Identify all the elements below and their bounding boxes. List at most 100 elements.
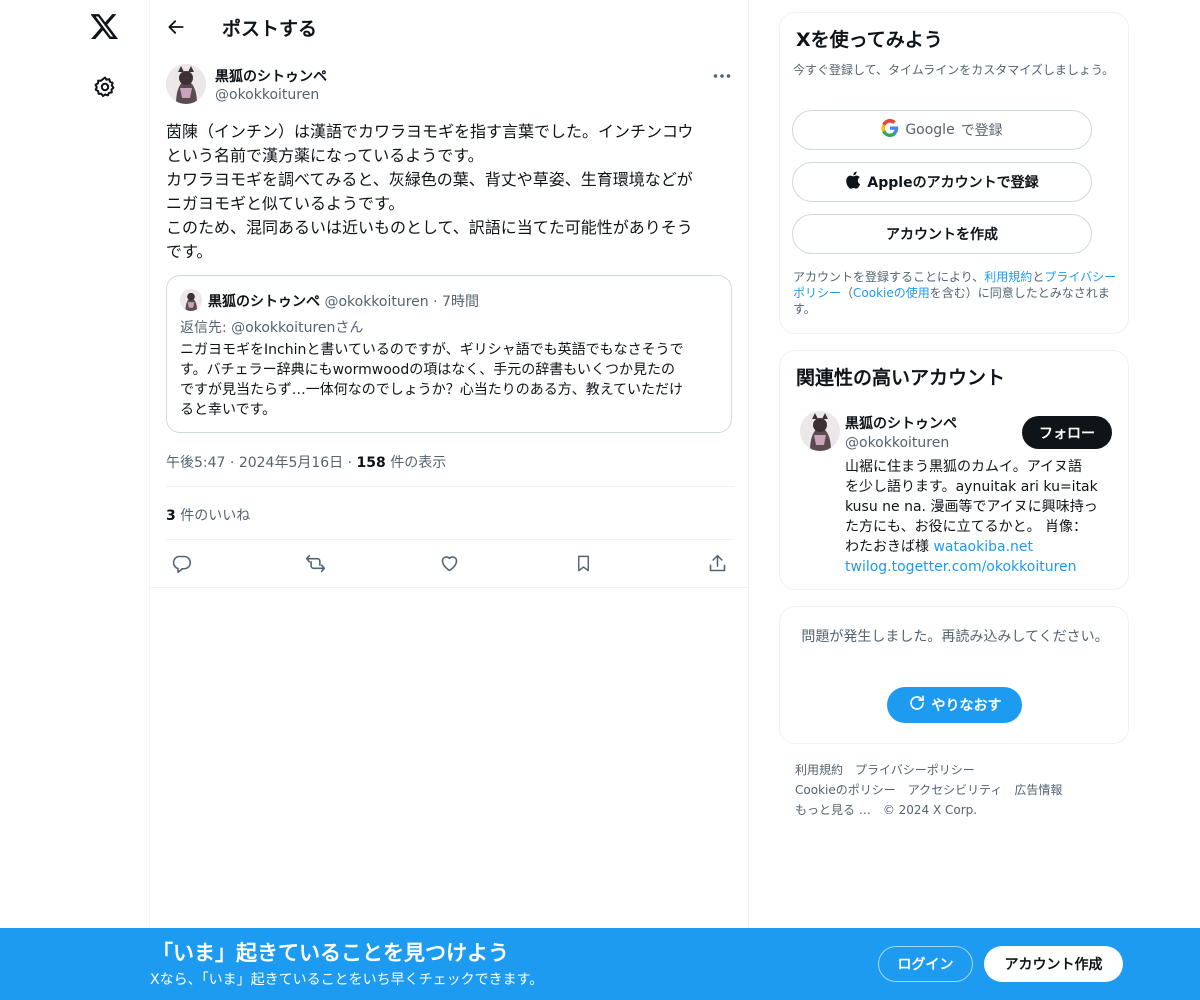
quote-text: ニガヨモギをInchinと書いているのですが、ギリシャ語でも英語でもなさそうで … [180, 340, 725, 420]
retry-button[interactable]: やりなおす [887, 687, 1022, 723]
page-header: ポストする [150, 0, 749, 54]
signup-banner: 「いま」起きていることを見つけよう Xなら、「いま」起きていることをいち早くチェ… [0, 928, 1200, 1000]
apple-signup-label: Appleのアカウントで登録 [867, 175, 1039, 191]
heart-icon[interactable] [435, 551, 463, 575]
apple-signup-button[interactable]: Appleのアカウントで登録 [792, 162, 1092, 202]
related-name[interactable]: 黒狐のシトゥンペ [845, 413, 957, 433]
x-logo-icon[interactable] [90, 12, 120, 42]
bookmark-icon[interactable] [569, 551, 597, 575]
error-card: 問題が発生しました。再読み込みしてください。 やりなおす [779, 606, 1129, 744]
bio-line: わたおきば様 wataokiba.net [845, 537, 1115, 557]
bio-link[interactable]: wataokiba.net [933, 539, 1033, 555]
post-text-line: このため、混同あるいは近いものとして、訳語に当てた可能性がありそう [166, 218, 693, 237]
share-icon[interactable] [703, 551, 731, 575]
quote-time: 7時間 [442, 294, 479, 310]
quote-avatar [180, 289, 202, 311]
quote-author-handle: @okokkoituren [324, 294, 429, 310]
follow-button[interactable]: フォロー [1022, 416, 1112, 449]
gear-icon[interactable] [90, 72, 120, 102]
related-bio: 山裾に住まう黒狐のカムイ。アイヌ語 を少し語ります。aynuitak ari k… [845, 457, 1115, 577]
related-avatar[interactable] [800, 411, 840, 451]
cookie-link[interactable]: Cookieの使用 [853, 286, 930, 300]
likes-label: 件のいいね [175, 508, 251, 524]
google-signup-button[interactable]: Google で登録 [792, 110, 1092, 150]
footer-link[interactable]: プライバシーポリシー [855, 763, 975, 777]
divider [150, 587, 749, 588]
terms-link[interactable]: 利用規約 [984, 270, 1032, 284]
quote-text-line: す。バチェラー辞典にもwormwoodの項はなく、手元の辞書もいくつか見たの [180, 362, 675, 378]
left-rail [0, 0, 150, 1000]
bio-line: 山裾に住まう黒狐のカムイ。アイヌ語 [845, 459, 1083, 475]
terms-and: と [1032, 270, 1045, 284]
signup-title: Xを使ってみよう [796, 29, 943, 51]
post-text-line: カワラヨモギを調べてみると、灰緑色の葉、背丈や草姿、生育環境などが [166, 170, 693, 189]
views-count: 158 [356, 455, 386, 471]
signup-subtitle: 今すぐ登録して、タイムラインをカスタマイズしましょう。 [793, 63, 1115, 77]
related-accounts-card: 関連性の高いアカウント 黒狐のシトゥンペ @okokkoituren フォロー … [779, 350, 1129, 590]
post-text-line: という名前で漢方薬になっているようです。 [166, 146, 484, 165]
author-avatar[interactable] [166, 64, 206, 104]
likes-count: 3 [166, 508, 176, 524]
banner-subtitle: Xなら、「いま」起きていることをいち早くチェックできます。 [150, 972, 544, 988]
signup-button[interactable]: アカウント作成 [984, 946, 1123, 982]
create-account-button[interactable]: アカウントを作成 [792, 214, 1092, 254]
post-time[interactable]: 午後5:47 [166, 455, 225, 471]
separator-dot: · [433, 294, 443, 310]
more-horizontal-icon[interactable] [710, 66, 734, 86]
footer-link[interactable]: Cookieのポリシー [795, 783, 896, 797]
author-name[interactable]: 黒狐のシトゥンペ [215, 66, 327, 86]
bio-text: わたおきば様 [845, 539, 934, 555]
post-date[interactable]: 2024年5月16日 [239, 455, 343, 471]
quote-text-line: ニガヨモギをInchinと書いているのですが、ギリシャ語でも英語でもなさそうで [180, 342, 684, 358]
related-handle[interactable]: @okokkoituren [845, 435, 949, 451]
post-text-line: 茵陳（インチン）は漢語でカワラヨモギを指す言葉でした。インチンコウ [166, 122, 694, 141]
repost-icon[interactable] [301, 551, 329, 575]
page-title: ポストする [222, 18, 318, 40]
google-signup-label: で登録 [960, 123, 1003, 139]
divider [166, 486, 734, 487]
banner-title: 「いま」起きていることを見つけよう [152, 941, 509, 965]
separator-dot: · [229, 455, 239, 471]
quote-header: 黒狐のシトゥンペ @okokkoituren · 7時間 [208, 291, 479, 311]
quote-text-line: ると幸いです。 [180, 402, 277, 418]
divider [166, 539, 734, 540]
post-text-line: ニガヨモギと似ているようです。 [166, 194, 405, 213]
author-handle[interactable]: @okokkoituren [215, 87, 319, 103]
google-icon [881, 119, 899, 141]
post-text-line: です。 [166, 242, 213, 261]
footer-link-more[interactable]: もっと見る … [795, 803, 871, 817]
action-bar [166, 551, 734, 575]
error-message: 問題が発生しました。再読み込みしてください。 [801, 629, 1109, 645]
signup-card: Xを使ってみよう 今すぐ登録して、タイムラインをカスタマイズしましょう。 Goo… [779, 12, 1129, 334]
main-column: ポストする 黒狐のシトゥンペ @okokkoituren 茵陳（インチン）は漢語… [150, 0, 749, 1000]
bio-line: twilog.togetter.com/okokkoituren [845, 557, 1115, 577]
apple-icon [845, 171, 861, 193]
quoted-post[interactable]: 黒狐のシトゥンペ @okokkoituren · 7時間 返信先: @okokk… [166, 275, 732, 433]
create-account-label: アカウントを作成 [886, 227, 998, 243]
footer-link[interactable]: アクセシビリティ [908, 783, 1003, 797]
refresh-icon [908, 694, 926, 716]
reply-icon[interactable] [167, 551, 195, 575]
bio-line: kusu ne na. 漫画等でアイヌに興味持っ [845, 499, 1098, 515]
terms-prefix: アカウントを登録することにより、 [793, 270, 985, 284]
related-title: 関連性の高いアカウント [796, 367, 1006, 389]
footer-link[interactable]: 広告情報 [1014, 783, 1062, 797]
bio-line: を少し語ります。aynuitak ari ku=itak [845, 479, 1098, 495]
separator-dot: · [347, 455, 357, 471]
google-brand-label: Google [905, 122, 955, 138]
footer-link[interactable]: 利用規約 [795, 763, 843, 777]
quote-reply-to: 返信先: @okokkoiturenさん [180, 320, 364, 336]
likes-stat[interactable]: 3 件のいいね [166, 505, 250, 525]
copyright: © 2024 X Corp. [882, 803, 978, 817]
bio-link[interactable]: twilog.togetter.com/okokkoituren [845, 559, 1077, 575]
retry-label: やりなおす [931, 698, 1002, 714]
terms-text: アカウントを登録することにより、利用規約とプライバシーポリシー（Cookieの使… [793, 269, 1123, 317]
post-meta: 午後5:47 · 2024年5月16日 · 158 件の表示 [166, 452, 446, 472]
login-button[interactable]: ログイン [878, 946, 973, 982]
views-label: 件の表示 [385, 455, 447, 471]
post-text: 茵陳（インチン）は漢語でカワラヨモギを指す言葉でした。インチンコウ という名前で… [166, 120, 734, 264]
arrow-left-icon[interactable] [164, 15, 188, 39]
footer-links: 利用規約 プライバシーポリシー Cookieのポリシー アクセシビリティ 広告情報 も… [795, 760, 1125, 820]
quote-author-name: 黒狐のシトゥンペ [208, 294, 320, 310]
bio-line: た方にも、お役に立てるかと。 肖像： [845, 519, 1088, 535]
